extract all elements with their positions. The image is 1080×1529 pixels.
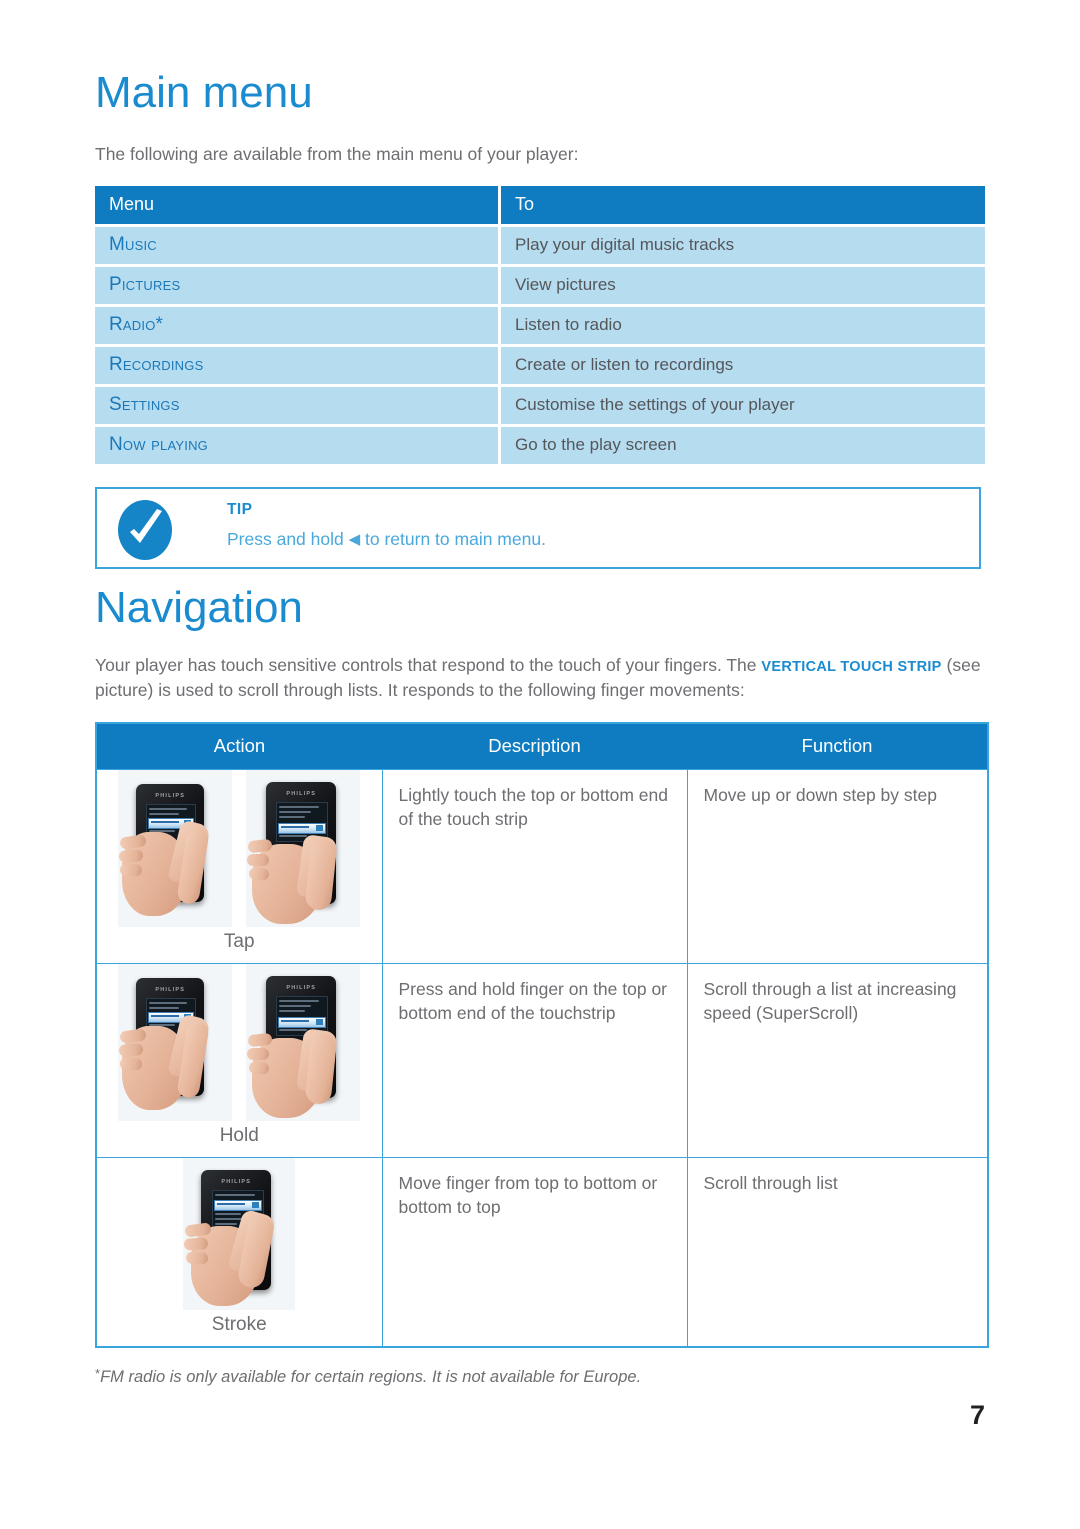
menu-desc-settings: Customise the settings of your player (501, 386, 985, 427)
menu-item-pictures: Pictures (95, 266, 501, 307)
menu-item-music: Music (95, 226, 501, 267)
checkmark-oval-icon (116, 499, 174, 561)
table-row: PHILIPS (95, 1156, 989, 1347)
table-row: Settings Customise the settings of your … (95, 386, 985, 427)
table-row: Recordings Create or listen to recording… (95, 346, 985, 387)
tip-body: TIP Press and hold ◀ to return to main m… (227, 501, 546, 550)
menu-desc-pictures: View pictures (501, 266, 985, 307)
photo-pair-hold: PHILIPS PHILIPS (97, 963, 382, 1121)
table-header-row: Action Description Function (96, 722, 988, 769)
navigation-intro-part1: Your player has touch sensitive controls… (95, 654, 762, 675)
description-tap: Lightly touch the top or bottom end of t… (381, 768, 688, 964)
action-cell-stroke: PHILIPS Stroke (95, 1156, 383, 1347)
device-photo-tap-left: PHILIPS (118, 769, 233, 927)
table-header-row: Menu To (95, 185, 985, 227)
function-tap: Move up or down step by step (686, 768, 989, 964)
main-menu-table: Menu To Music Play your digital music tr… (95, 185, 985, 464)
menu-item-settings: Settings (95, 386, 501, 427)
vertical-touch-strip-term: VERTICAL TOUCH STRIP (761, 658, 942, 675)
tip-label: TIP (227, 500, 253, 518)
device-photo-tap-right: PHILIPS (246, 769, 361, 927)
action-cell-tap: PHILIPS PHILIPS Tap (95, 768, 383, 964)
menu-desc-music: Play your digital music tracks (501, 226, 985, 267)
navigation-table: Action Description Function PHILIPS PHIL… (95, 721, 989, 1348)
left-arrow-icon: ◀ (348, 530, 361, 548)
page-title-main-menu: Main menu (95, 68, 313, 117)
navigation-intro: Your player has touch sensitive controls… (95, 653, 985, 704)
photo-pair-tap: PHILIPS PHILIPS (97, 769, 382, 927)
device-photo-hold-left: PHILIPS (118, 963, 233, 1121)
menu-item-now-playing: Now playing (95, 426, 501, 464)
function-stroke: Scroll through list (686, 1156, 989, 1347)
tip-text-before: Press and hold (227, 528, 349, 549)
menu-desc-recordings: Create or listen to recordings (501, 346, 985, 387)
page-content: Main menu The following are available fr… (95, 68, 989, 1387)
device-photo-stroke: PHILIPS (183, 1157, 296, 1310)
column-header-menu: Menu (95, 185, 501, 227)
menu-desc-radio: Listen to radio (501, 306, 985, 347)
photo-single-stroke: PHILIPS (97, 1157, 382, 1310)
footnote-text: FM radio is only available for certain r… (100, 1367, 642, 1386)
menu-desc-now-playing: Go to the play screen (501, 426, 985, 464)
action-label-hold: Hold (219, 1124, 259, 1146)
description-stroke: Move finger from top to bottom or bottom… (381, 1156, 688, 1347)
description-hold: Press and hold finger on the top or bott… (381, 962, 688, 1158)
table-row: Pictures View pictures (95, 266, 985, 307)
action-cell-hold: PHILIPS PHILIPS Hold (95, 962, 383, 1158)
page-title-navigation: Navigation (95, 582, 303, 632)
page-number: 7 (969, 1400, 985, 1430)
column-header-action: Action (96, 722, 382, 769)
tip-text: Press and hold ◀ to return to main menu. (227, 529, 546, 550)
manual-page: Main menu The following are available fr… (0, 0, 1080, 1529)
table-row: Music Play your digital music tracks (95, 226, 985, 267)
tip-callout-box: TIP Press and hold ◀ to return to main m… (95, 486, 981, 569)
column-header-description: Description (382, 722, 687, 769)
column-header-to: To (501, 185, 985, 227)
table-row: PHILIPS (95, 768, 989, 964)
table-row: Now playing Go to the play screen (95, 426, 985, 464)
main-menu-intro: The following are available from the mai… (95, 144, 579, 165)
footnote: *FM radio is only available for certain … (95, 1366, 985, 1387)
menu-item-radio: Radio* (95, 306, 501, 347)
function-hold: Scroll through a list at increasing spee… (686, 962, 989, 1158)
table-row: PHILIPS (95, 962, 989, 1158)
menu-item-recordings: Recordings (95, 346, 501, 387)
table-row: Radio* Listen to radio (95, 306, 985, 347)
tip-text-after: to return to main menu. (360, 528, 546, 549)
device-photo-hold-right: PHILIPS (246, 963, 361, 1121)
column-header-function: Function (687, 722, 988, 769)
action-label-stroke: Stroke (211, 1313, 267, 1335)
action-label-tap: Tap (223, 930, 255, 952)
